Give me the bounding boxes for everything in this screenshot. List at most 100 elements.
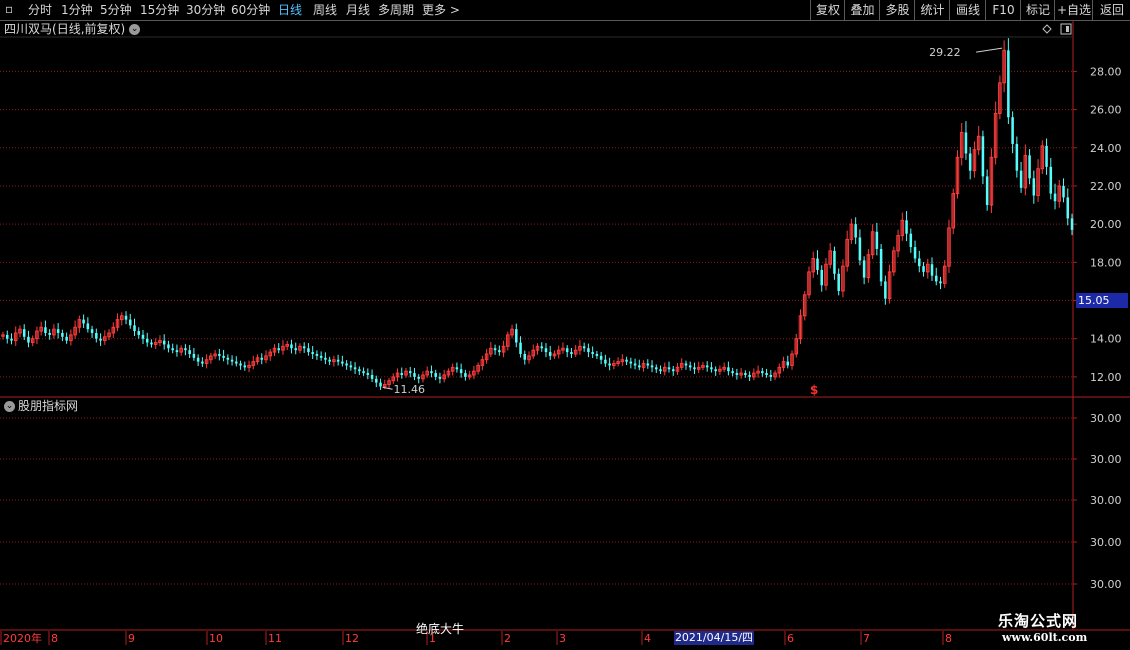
candle-body (968, 153, 972, 171)
candle-body (570, 352, 573, 354)
candle-body (358, 369, 361, 372)
period-tab-7[interactable]: 周线 (313, 2, 337, 18)
candle-body (667, 367, 671, 370)
period-tab-10[interactable]: 更多 > (422, 2, 460, 18)
x-tick-label: 4 (644, 632, 651, 645)
period-tab-1[interactable]: 1分钟 (61, 2, 93, 18)
candle-body (671, 369, 675, 372)
toolbar-button-5[interactable]: F10 (985, 0, 1021, 20)
stock-title: 四川双马(日线,前复权) ⌄ (4, 22, 141, 36)
x-tick-label: 8 (945, 632, 952, 645)
candle-body (1007, 50, 1010, 118)
candle-body (10, 338, 13, 341)
cursor-date-badge: 2021/04/15/四 (674, 631, 754, 645)
period-tab-3[interactable]: 15分钟 (140, 2, 179, 18)
candle-body (748, 374, 751, 377)
toolbar-button-4[interactable]: 画线 (949, 0, 986, 20)
sub-tick-label: 30.00 (1090, 578, 1122, 591)
candle-body (548, 352, 552, 356)
candle-body (769, 374, 773, 377)
candle-body (150, 342, 153, 345)
chevron-down-icon[interactable]: ⌄ (4, 401, 15, 412)
candle-body (133, 325, 136, 332)
candle-body (196, 357, 200, 362)
candle-body (44, 327, 47, 333)
candle-body (922, 266, 925, 272)
candle-body (854, 224, 857, 238)
y-tick-label: 20.00 (1090, 218, 1122, 231)
candle-body (604, 359, 607, 364)
candle-body (239, 363, 242, 366)
candle-body (655, 367, 658, 370)
toolbar-button-0[interactable]: 复权 (810, 0, 845, 20)
candle-body (171, 348, 174, 351)
chevron-down-icon[interactable]: ⌄ (129, 24, 141, 35)
stock-name: 四川双马 (4, 22, 53, 36)
period-tab-2[interactable]: 5分钟 (100, 2, 132, 18)
period-tab-0[interactable]: 分时 (28, 2, 52, 18)
candle-body (544, 348, 548, 353)
candle-body (939, 281, 942, 284)
candle-body (336, 359, 340, 362)
high-arrow (976, 47, 1003, 53)
candle-body (837, 273, 840, 291)
low-label: 11.46 (394, 383, 426, 396)
candle-body (1066, 197, 1070, 219)
period-tab-6[interactable]: 日线 (278, 2, 302, 18)
candle-body (684, 363, 688, 366)
sub-tick-label: 30.00 (1090, 536, 1122, 549)
candle-body (455, 367, 459, 370)
candle-body (587, 348, 590, 353)
y-tick-label: 24.00 (1090, 142, 1122, 155)
toolbar-button-3[interactable]: 统计 (914, 0, 950, 20)
candle-body (175, 350, 179, 353)
candle-body (188, 350, 191, 354)
period-tab-5[interactable]: 60分钟 (231, 2, 270, 18)
toolbar-button-8[interactable]: 返回 (1092, 0, 1130, 20)
period-tab-4[interactable]: 30分钟 (186, 2, 225, 18)
candle-body (27, 336, 30, 343)
toolbar-button-7[interactable]: +自选 (1054, 0, 1093, 20)
candle-body (727, 367, 730, 372)
candle-body (650, 365, 654, 368)
candle-body (22, 329, 26, 337)
candle-body (95, 332, 98, 339)
candle-body (459, 369, 463, 374)
candle-body (128, 319, 132, 326)
candle-body (99, 338, 102, 341)
candle-body (540, 346, 544, 349)
candle-body (366, 373, 370, 375)
candle-body (625, 359, 628, 362)
candle-body (349, 365, 353, 368)
candle-body (315, 353, 319, 356)
candle-body (201, 361, 204, 364)
menu-icon[interactable]: ▫ (5, 1, 13, 17)
candle-body (693, 367, 696, 370)
candle-body (565, 348, 569, 353)
toolbar-button-1[interactable]: 叠加 (844, 0, 880, 20)
candle-body (493, 348, 497, 351)
candle-body (294, 348, 297, 351)
indicator-title: ⌄ 股朋指标网 (4, 399, 78, 413)
candle-body (430, 371, 433, 374)
candle-body (761, 371, 764, 374)
period-tab-8[interactable]: 月线 (346, 2, 370, 18)
candle-body (523, 353, 527, 360)
candle-body (400, 373, 404, 375)
toolbar-button-6[interactable]: 标记 (1020, 0, 1055, 20)
kline-chart[interactable]: 28.0026.0024.0022.0020.0018.0016.0014.00… (0, 20, 1130, 650)
candle-body (90, 329, 94, 333)
candle-body (302, 346, 306, 349)
toolbar-button-2[interactable]: 多股 (879, 0, 915, 20)
period-tab-9[interactable]: 多周期 (378, 2, 414, 18)
candle-body (1032, 178, 1036, 196)
period-toolbar: 分时 1分钟 5分钟 15分钟 30分钟 60分钟 日线 周线 月线 多周期 更多 > 复权 叠加 多股统… (0, 0, 1130, 21)
candle-body (408, 371, 412, 374)
candle-body (82, 319, 85, 324)
candle-body (909, 233, 913, 248)
x-tick-label: 11 (268, 632, 282, 645)
candle-body (137, 331, 141, 335)
candle-body (735, 373, 739, 375)
candle-body (981, 136, 985, 177)
candle-body (862, 260, 866, 278)
